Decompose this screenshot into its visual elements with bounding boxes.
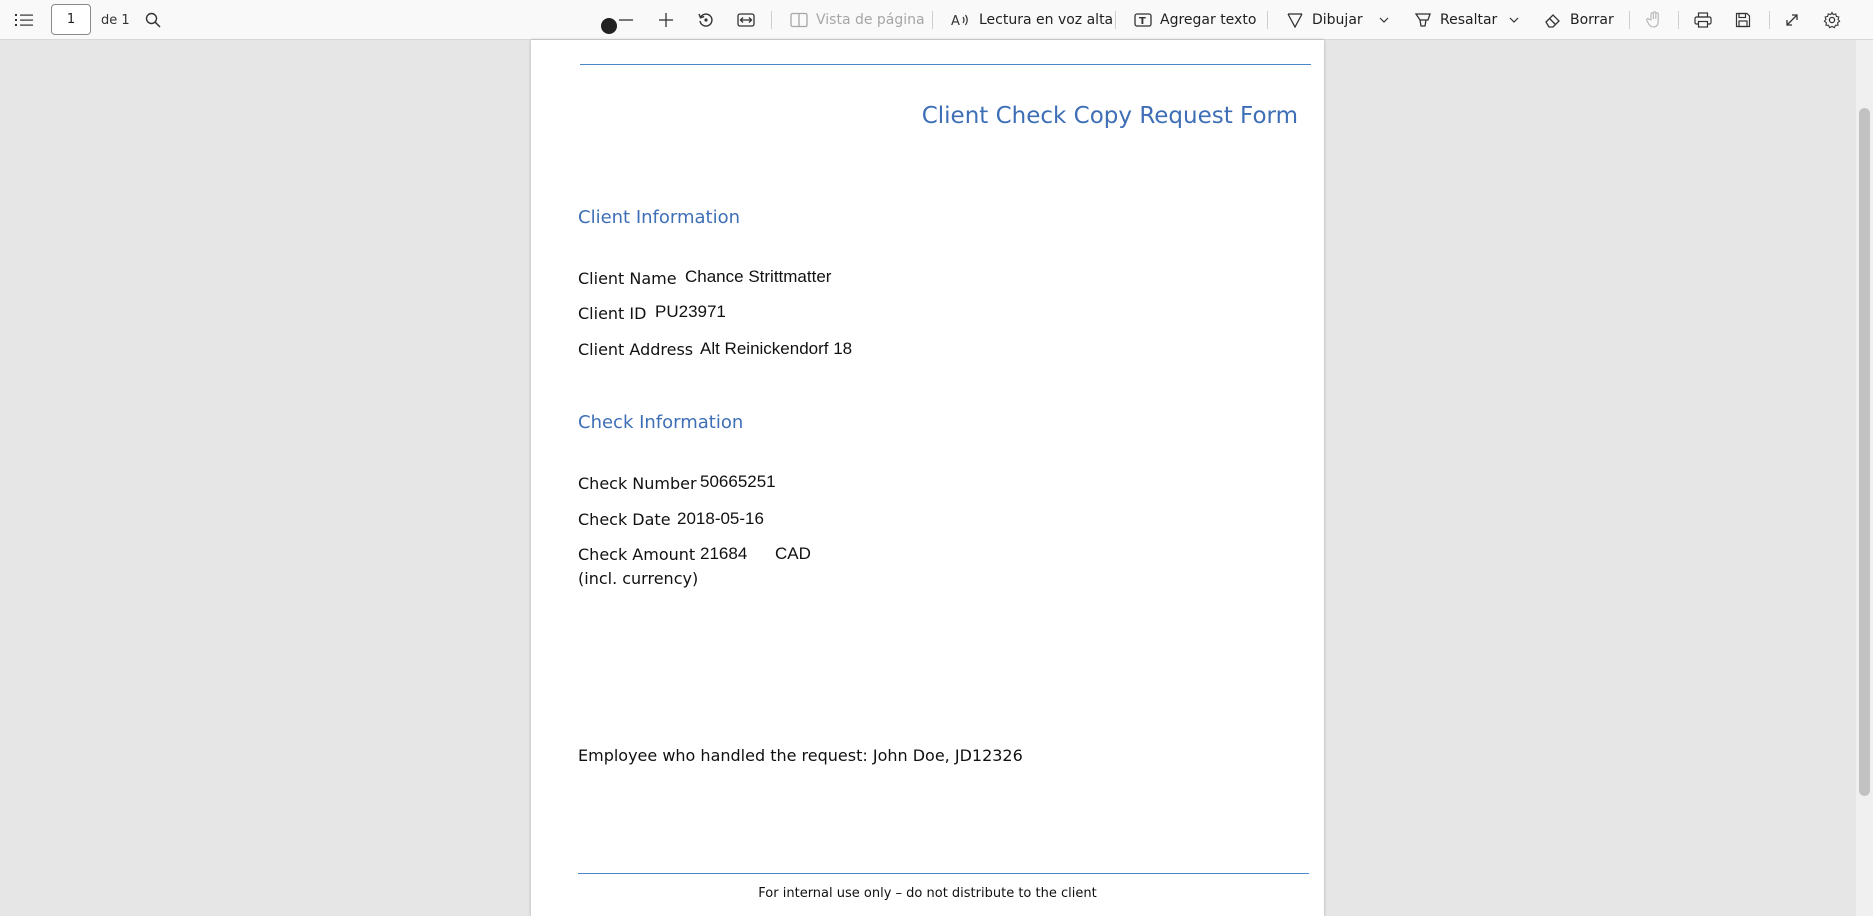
minus-icon: [618, 12, 634, 28]
svg-text:A: A: [951, 14, 960, 28]
search-icon: [145, 12, 161, 28]
check-number-label: Check Number: [578, 474, 697, 493]
zoom-in-button[interactable]: [652, 0, 680, 40]
highlighter-icon: [1414, 12, 1432, 28]
save-icon: [1735, 12, 1751, 28]
pdf-page: Client Check Copy Request Form Client In…: [531, 18, 1324, 916]
page-total: de 1: [101, 12, 130, 28]
printer-icon: [1694, 12, 1712, 28]
check-amount-currency-note: (incl. currency): [578, 569, 699, 588]
gear-icon: [1823, 11, 1841, 29]
header-logo-mark: [601, 18, 617, 34]
fit-width-button[interactable]: [732, 0, 760, 40]
document-content: Client Check Copy Request Form Client In…: [531, 18, 1324, 916]
draw-button[interactable]: Dibujar: [1286, 0, 1363, 40]
client-section-heading: Client Information: [578, 207, 741, 228]
zoom-out-button[interactable]: [612, 0, 640, 40]
table-of-contents-button[interactable]: [10, 0, 38, 40]
expand-icon: [1784, 12, 1800, 28]
read-aloud-label: Lectura en voz alta: [979, 12, 1114, 28]
check-section-heading: Check Information: [578, 412, 744, 433]
toolbar-divider: [932, 11, 933, 29]
add-text-button[interactable]: T Agregar texto: [1134, 0, 1256, 40]
page-view-label: Vista de página: [816, 12, 925, 28]
rotate-button[interactable]: [692, 0, 720, 40]
highlight-button[interactable]: Resaltar: [1414, 0, 1497, 40]
vertical-scrollbar-thumb[interactable]: [1859, 108, 1870, 796]
eraser-icon: [1544, 12, 1562, 28]
check-amount-label: Check Amount: [578, 545, 696, 564]
client-address-value: Alt Reinickendorf 18: [700, 339, 853, 358]
check-date-label: Check Date: [578, 510, 671, 529]
toolbar-divider: [1629, 11, 1630, 29]
chevron-down-icon: [1509, 17, 1519, 23]
chevron-down-icon: [1379, 17, 1389, 23]
print-button[interactable]: [1689, 0, 1717, 40]
add-text-icon: T: [1134, 12, 1152, 28]
search-button[interactable]: [139, 0, 167, 40]
add-text-label: Agregar texto: [1160, 12, 1257, 28]
highlight-label: Resaltar: [1440, 12, 1498, 28]
toolbar-divider: [1769, 11, 1770, 29]
document-title: Client Check Copy Request Form: [921, 103, 1298, 129]
client-id-value: PU23971: [655, 302, 726, 321]
client-name-value: Chance Strittmatter: [685, 267, 832, 286]
fullscreen-button[interactable]: [1778, 0, 1806, 40]
toolbar-divider: [1678, 11, 1679, 29]
erase-button[interactable]: Borrar: [1544, 0, 1614, 40]
plus-icon: [658, 12, 674, 28]
page-view-icon: [790, 12, 808, 28]
fit-width-icon: [737, 12, 755, 28]
svg-text:T: T: [1139, 16, 1146, 27]
footer-note: For internal use only – do not distribut…: [758, 886, 1097, 901]
page-view-button[interactable]: Vista de página: [790, 0, 925, 40]
client-id-label: Client ID: [578, 304, 647, 323]
hand-icon: [1646, 11, 1662, 29]
toolbar-divider: [1267, 11, 1268, 29]
read-aloud-icon: A: [951, 12, 971, 28]
client-name-label: Client Name: [578, 269, 677, 288]
draw-label: Dibujar: [1312, 12, 1363, 28]
footer-rule: [578, 873, 1309, 874]
toolbar-divider: [771, 11, 772, 29]
settings-button[interactable]: [1818, 0, 1846, 40]
rotate-icon: [697, 11, 715, 29]
touch-write-button[interactable]: [1640, 0, 1668, 40]
save-button[interactable]: [1729, 0, 1757, 40]
header-rule: [580, 64, 1311, 65]
check-number-value: 50665251: [700, 472, 776, 491]
highlight-options-dropdown[interactable]: [1507, 0, 1521, 40]
client-address-label: Client Address: [578, 340, 694, 359]
pdf-toolbar: 1 de 1 Vista de página A Lectura en voz …: [0, 0, 1873, 40]
pen-icon: [1286, 12, 1304, 28]
erase-label: Borrar: [1570, 12, 1614, 28]
list-icon: [15, 13, 33, 27]
employee-handler-line: Employee who handled the request: John D…: [578, 746, 1023, 765]
toolbar-divider: [1115, 11, 1116, 29]
page-number-input[interactable]: 1: [51, 4, 91, 35]
check-amount-value: 21684: [700, 544, 748, 563]
draw-options-dropdown[interactable]: [1377, 0, 1391, 40]
page-number-value: 1: [66, 12, 76, 27]
read-aloud-button[interactable]: A Lectura en voz alta: [951, 0, 1113, 40]
check-currency-value: CAD: [775, 544, 811, 563]
check-date-value: 2018-05-16: [677, 509, 764, 528]
